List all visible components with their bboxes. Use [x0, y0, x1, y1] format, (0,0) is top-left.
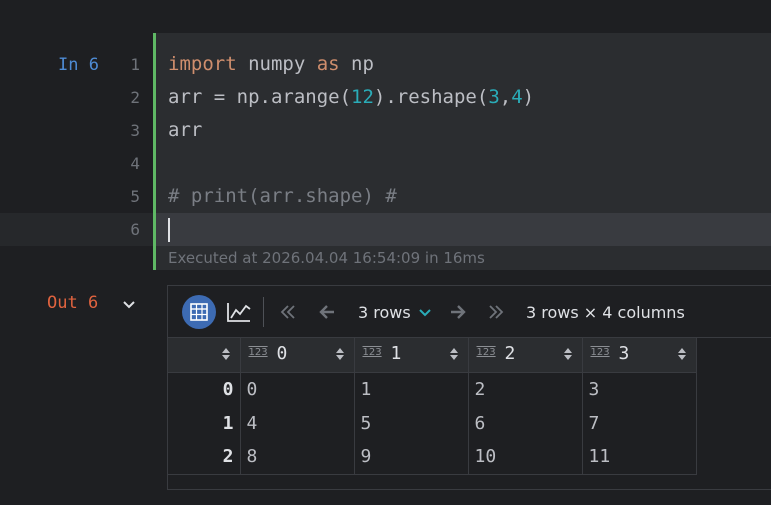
sort-icon[interactable] — [335, 348, 344, 360]
code-text: ) — [522, 86, 535, 108]
code-text: , — [499, 86, 512, 108]
table-cell[interactable]: 8 — [240, 440, 355, 475]
data-table: 123 0 123 1 123 2 123 3 0 0 1 2 3 1 4 5 … — [168, 338, 697, 475]
sort-icon[interactable] — [677, 348, 686, 360]
line-number: 5 — [130, 187, 140, 206]
numeric-type-icon: 123 — [476, 347, 496, 358]
table-icon — [190, 303, 208, 321]
column-header-label: 3 — [618, 343, 630, 364]
number-literal: 12 — [351, 86, 374, 108]
table-cell[interactable]: 3 — [582, 372, 697, 406]
first-page-icon[interactable] — [278, 300, 298, 324]
table-cell[interactable]: 5 — [354, 406, 469, 440]
column-header[interactable]: 123 0 — [240, 338, 355, 373]
table-cell[interactable]: 9 — [354, 440, 469, 475]
column-header[interactable]: 123 2 — [468, 338, 583, 373]
column-header-label: 2 — [504, 343, 516, 364]
table-cell[interactable]: 11 — [582, 440, 697, 475]
out-label: Out 6 — [47, 293, 99, 313]
table-header-row: 123 0 123 1 123 2 123 3 — [168, 338, 697, 373]
code-editor[interactable]: import numpy as np arr = np.arange(12).r… — [168, 48, 534, 246]
output-panel: 3 rows 3 rows × 4 columns 123 0 123 1 12… — [167, 285, 771, 490]
keyword: as — [316, 53, 340, 75]
table-view-button[interactable] — [182, 295, 216, 329]
previous-page-icon[interactable] — [317, 300, 337, 324]
table-cell[interactable]: 4 — [240, 406, 355, 440]
numeric-type-icon: 123 — [590, 347, 610, 358]
number-literal: 3 — [488, 86, 500, 108]
index-header[interactable] — [168, 338, 241, 373]
code-line-current[interactable] — [168, 213, 534, 246]
code-text: numpy — [236, 53, 317, 75]
shape-label: 3 rows × 4 columns — [526, 303, 685, 322]
table-cell[interactable]: 0 — [240, 372, 355, 406]
sort-icon[interactable] — [449, 348, 458, 360]
output-toolbar: 3 rows 3 rows × 4 columns — [168, 286, 771, 338]
toolbar-separator — [263, 297, 264, 327]
next-page-icon[interactable] — [448, 300, 468, 324]
sort-icon[interactable] — [221, 348, 230, 360]
row-index: 0 — [168, 372, 241, 406]
line-number: 2 — [130, 88, 140, 107]
in-label: In 6 — [58, 55, 99, 75]
code-line-comment[interactable]: # print(arr.shape) # — [168, 180, 534, 213]
column-header-label: 1 — [390, 343, 402, 364]
code-line[interactable]: arr — [168, 114, 534, 147]
column-header[interactable]: 123 3 — [582, 338, 697, 373]
collapse-output-chevron-icon[interactable] — [122, 298, 136, 312]
rows-selector[interactable]: 3 rows — [358, 303, 411, 322]
chevron-down-icon[interactable] — [418, 308, 432, 318]
line-number-gutter: 1 2 3 4 5 6 — [112, 48, 140, 246]
keyword: import — [168, 53, 237, 75]
code-line[interactable]: arr = np.arange(12).reshape(3,4) — [168, 81, 534, 114]
code-text: np — [339, 53, 374, 75]
text-cursor — [168, 217, 170, 242]
line-number: 6 — [130, 220, 140, 239]
row-index: 1 — [168, 406, 241, 440]
numeric-type-icon: 123 — [248, 347, 268, 358]
table-cell[interactable]: 1 — [354, 372, 469, 406]
code-line[interactable]: import numpy as np — [168, 48, 534, 81]
table-cell[interactable]: 7 — [582, 406, 697, 440]
table-row[interactable]: 2 8 9 10 11 — [168, 440, 697, 475]
column-header[interactable]: 123 1 — [354, 338, 469, 373]
code-line[interactable] — [168, 147, 534, 180]
code-text: arr = np.arange( — [168, 86, 352, 108]
column-header-label: 0 — [276, 343, 288, 364]
table-cell[interactable]: 10 — [468, 440, 583, 475]
numeric-type-icon: 123 — [362, 347, 382, 358]
table-cell[interactable]: 2 — [468, 372, 583, 406]
line-number: 1 — [130, 55, 140, 74]
line-number: 3 — [130, 121, 140, 140]
number-literal: 4 — [511, 86, 523, 108]
execution-status: Executed at 2026.04.04 16:54:09 in 16ms — [168, 249, 485, 267]
line-number: 4 — [130, 154, 140, 173]
sort-icon[interactable] — [563, 348, 572, 360]
table-row[interactable]: 0 0 1 2 3 — [168, 372, 697, 406]
row-index: 2 — [168, 440, 241, 475]
code-text: ).reshape( — [373, 86, 489, 108]
table-cell[interactable]: 6 — [468, 406, 583, 440]
chart-view-icon[interactable] — [226, 301, 252, 323]
code-cell[interactable]: import numpy as np arr = np.arange(12).r… — [153, 33, 771, 270]
table-row[interactable]: 1 4 5 6 7 — [168, 406, 697, 440]
last-page-icon[interactable] — [486, 300, 506, 324]
